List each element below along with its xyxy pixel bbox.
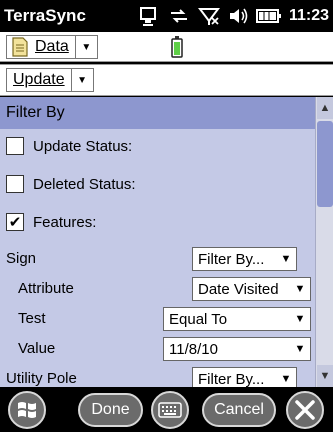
data-menu-button[interactable]: Data ▼ xyxy=(6,35,98,59)
field-label: Utility Pole xyxy=(6,370,77,387)
soft-key-bar: Done Cancel xyxy=(0,387,333,432)
close-button[interactable] xyxy=(286,391,324,429)
chevron-down-icon[interactable]: ▼ xyxy=(70,69,93,91)
scroll-thumb[interactable] xyxy=(317,121,333,207)
cancel-button[interactable]: Cancel xyxy=(202,393,276,427)
clock: 11:23 xyxy=(288,7,329,24)
app-title: TerraSync xyxy=(4,6,86,25)
features-checkbox[interactable]: ✔ xyxy=(6,213,24,231)
keyboard-icon xyxy=(158,402,182,418)
test-field-row: Test Equal To ▼ xyxy=(0,305,315,333)
status-bar: TerraSync 11:23 xyxy=(0,0,333,32)
panel-header: Filter By xyxy=(0,97,333,129)
chevron-down-icon[interactable]: ▼ xyxy=(74,36,97,58)
features-checkbox-row[interactable]: ✔ Features: xyxy=(6,209,96,235)
field-label: Test xyxy=(18,310,46,327)
utility-pole-select[interactable]: Filter By... ▼ xyxy=(192,367,297,387)
chevron-down-icon[interactable]: ▼ xyxy=(276,253,296,265)
field-label: Attribute xyxy=(18,280,74,297)
update-menu-label: Update xyxy=(13,71,65,88)
field-label: Sign xyxy=(6,250,37,267)
value-field-row: Value 11/8/10 ▼ xyxy=(0,335,315,363)
attribute-select[interactable]: Date Visited ▼ xyxy=(192,277,311,301)
update-menu-button[interactable]: Update ▼ xyxy=(6,68,94,92)
data-menu-row: Data ▼ xyxy=(0,32,333,62)
select-value: Date Visited xyxy=(198,280,279,298)
update-status-checkbox[interactable] xyxy=(6,137,24,155)
update-menu-row: Update ▼ xyxy=(0,64,333,96)
select-value: Equal To xyxy=(169,310,228,328)
select-value: Filter By... xyxy=(198,370,265,388)
document-icon xyxy=(12,37,28,57)
filter-panel: Filter By Update Status: Deleted Status:… xyxy=(0,97,333,387)
volume-icon[interactable] xyxy=(225,4,253,28)
checkbox-label: Features: xyxy=(33,213,97,231)
scroll-up-icon[interactable]: ▲ xyxy=(317,97,333,119)
sign-select[interactable]: Filter By... ▼ xyxy=(192,247,297,271)
no-signal-icon[interactable] xyxy=(195,4,223,28)
select-value: Filter By... xyxy=(198,250,265,268)
scroll-down-icon[interactable]: ▼ xyxy=(317,365,333,387)
windows-logo-icon xyxy=(18,402,36,418)
sign-field-row: Sign Filter By... ▼ xyxy=(0,245,315,273)
gnss-battery-icon xyxy=(171,36,183,63)
field-label: Value xyxy=(18,340,56,357)
start-button[interactable] xyxy=(8,391,46,429)
deleted-status-checkbox-row[interactable]: Deleted Status: xyxy=(6,171,136,197)
chevron-down-icon[interactable]: ▼ xyxy=(290,283,310,295)
battery-icon[interactable] xyxy=(255,4,283,28)
update-status-checkbox-row[interactable]: Update Status: xyxy=(6,133,132,159)
keyboard-button[interactable] xyxy=(151,391,189,429)
select-value: 11/8/10 xyxy=(169,340,218,358)
sync-icon[interactable] xyxy=(165,4,193,28)
chevron-down-icon[interactable]: ▼ xyxy=(290,313,310,325)
vertical-scrollbar[interactable]: ▲ ▼ xyxy=(315,97,333,387)
test-select[interactable]: Equal To ▼ xyxy=(163,307,311,331)
value-select[interactable]: 11/8/10 ▼ xyxy=(163,337,311,361)
deleted-status-checkbox[interactable] xyxy=(6,175,24,193)
done-button[interactable]: Done xyxy=(78,393,143,427)
connectivity-icon[interactable] xyxy=(135,4,163,28)
chevron-down-icon[interactable]: ▼ xyxy=(290,343,310,355)
data-menu-label: Data xyxy=(35,38,69,55)
chevron-down-icon[interactable]: ▼ xyxy=(276,373,296,385)
checkbox-label: Deleted Status: xyxy=(33,175,136,193)
attribute-field-row: Attribute Date Visited ▼ xyxy=(0,275,315,303)
utility-pole-field-row: Utility Pole Filter By... ▼ xyxy=(0,365,315,387)
close-icon xyxy=(295,400,315,420)
checkbox-label: Update Status: xyxy=(33,137,133,155)
